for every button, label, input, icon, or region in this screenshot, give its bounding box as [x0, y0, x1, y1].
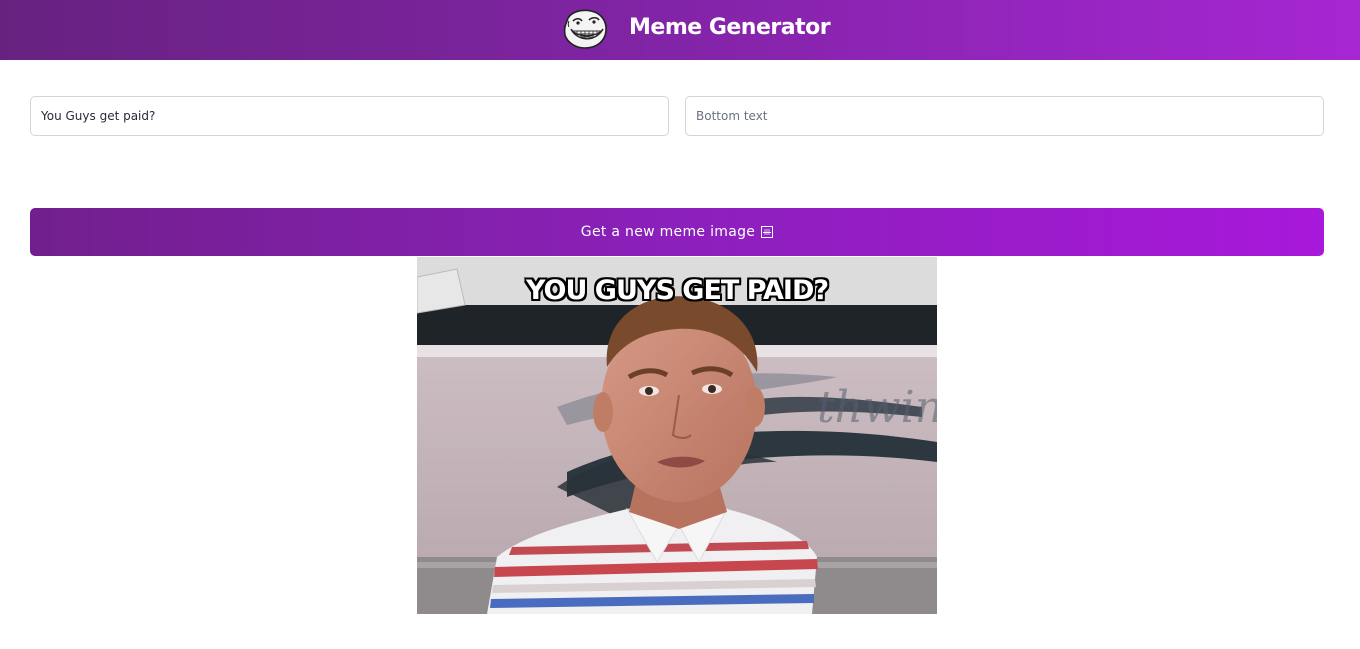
meme-top-text: You Guys get paid?: [525, 275, 829, 306]
meme-preview: thwind You Guys get paid?: [417, 257, 937, 614]
app-header: Meme Generator: [0, 0, 1360, 60]
troll-face-icon: [561, 7, 609, 51]
new-meme-image-label: Get a new meme image: [580, 224, 756, 240]
new-meme-image-button[interactable]: Get a new meme image: [30, 208, 1324, 256]
top-text-input[interactable]: [30, 96, 669, 136]
bottom-text-input[interactable]: [685, 96, 1324, 136]
app-title: Meme Generator: [629, 15, 831, 40]
meme-photo: thwind: [417, 257, 937, 614]
image-icon: [761, 226, 774, 238]
svg-text:thwind: thwind: [817, 382, 937, 433]
